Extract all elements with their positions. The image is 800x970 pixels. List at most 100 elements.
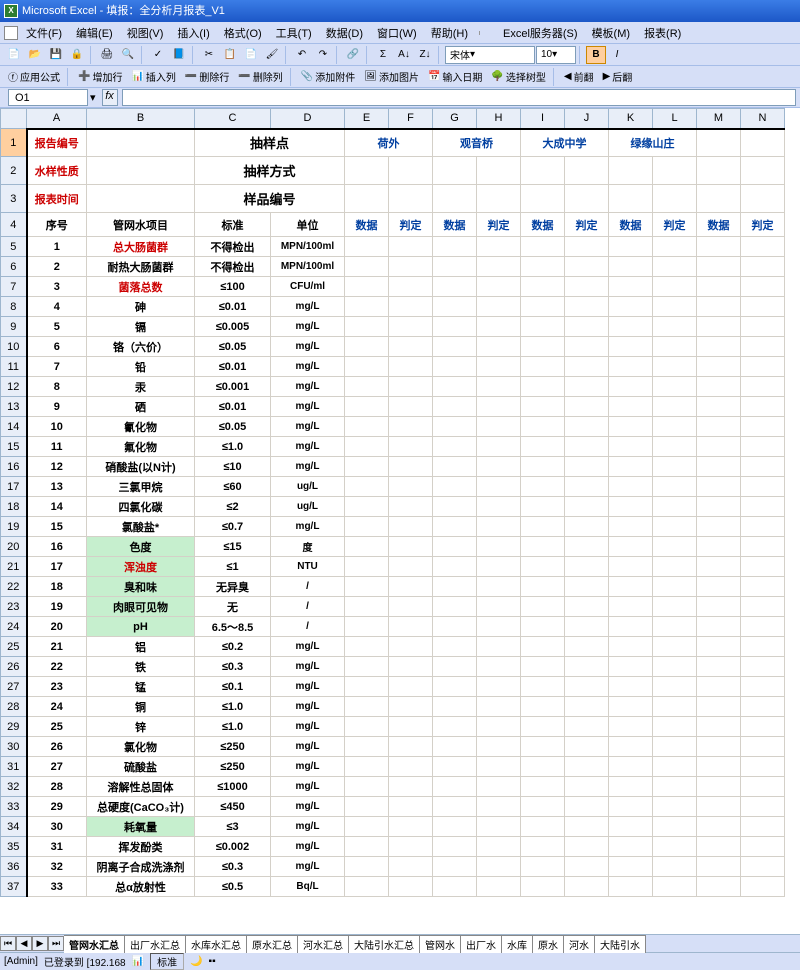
- cell-empty[interactable]: [477, 757, 521, 777]
- font-name-select[interactable]: 宋体 ▾: [445, 46, 535, 64]
- cell-unit[interactable]: mg/L: [271, 677, 345, 697]
- sheet-tab[interactable]: 河水: [563, 935, 595, 953]
- preview-icon[interactable]: 🔍: [118, 46, 138, 64]
- cell-empty[interactable]: [565, 577, 609, 597]
- cell-empty[interactable]: [477, 597, 521, 617]
- row-header[interactable]: 33: [1, 797, 27, 817]
- cell-empty[interactable]: [389, 657, 433, 677]
- cell-empty[interactable]: [565, 477, 609, 497]
- cell-I1[interactable]: 大成中学: [521, 129, 609, 157]
- cell-E1[interactable]: 荷外: [345, 129, 433, 157]
- cell-empty[interactable]: [609, 637, 653, 657]
- menu-report[interactable]: 报表(R): [638, 23, 687, 43]
- cell-empty[interactable]: [741, 557, 785, 577]
- cell-empty[interactable]: [565, 637, 609, 657]
- cell-empty[interactable]: [741, 737, 785, 757]
- cell-no[interactable]: 13: [27, 477, 87, 497]
- cell-std[interactable]: 不得检出: [195, 237, 271, 257]
- cell-unit[interactable]: Bq/L: [271, 877, 345, 897]
- cell-unit[interactable]: /: [271, 577, 345, 597]
- cell-empty[interactable]: [609, 517, 653, 537]
- cell-empty[interactable]: [389, 757, 433, 777]
- cell-empty[interactable]: [389, 697, 433, 717]
- cell-empty[interactable]: [697, 337, 741, 357]
- col-header-I[interactable]: I: [521, 109, 565, 129]
- cell-no[interactable]: 18: [27, 577, 87, 597]
- cell-item[interactable]: 氟化物: [87, 437, 195, 457]
- cell-empty[interactable]: [477, 677, 521, 697]
- cell-empty[interactable]: [521, 817, 565, 837]
- row-header[interactable]: 10: [1, 337, 27, 357]
- cell-empty[interactable]: [653, 737, 697, 757]
- cell-empty[interactable]: [433, 637, 477, 657]
- cell-empty[interactable]: [565, 797, 609, 817]
- cell-empty[interactable]: [697, 837, 741, 857]
- apply-formula-button[interactable]: ⓕ 应用公式: [4, 69, 64, 84]
- cell-no[interactable]: 8: [27, 377, 87, 397]
- cell-empty[interactable]: [653, 677, 697, 697]
- cell-empty[interactable]: [345, 577, 389, 597]
- cell-empty[interactable]: [345, 517, 389, 537]
- cell-empty[interactable]: [653, 237, 697, 257]
- row-header[interactable]: 17: [1, 477, 27, 497]
- cell-no[interactable]: 26: [27, 737, 87, 757]
- cell-unit[interactable]: MPN/100ml: [271, 237, 345, 257]
- cell-std[interactable]: ≤0.01: [195, 397, 271, 417]
- cell-empty[interactable]: [433, 277, 477, 297]
- row-header[interactable]: 25: [1, 637, 27, 657]
- cell-empty[interactable]: [345, 717, 389, 737]
- cell-empty[interactable]: [741, 277, 785, 297]
- cell-empty[interactable]: [653, 497, 697, 517]
- cell-unit[interactable]: mg/L: [271, 837, 345, 857]
- cell-C1[interactable]: 抽样点: [195, 129, 345, 157]
- sum-icon[interactable]: Σ: [373, 46, 393, 64]
- cell-std[interactable]: 无: [195, 597, 271, 617]
- cell-empty[interactable]: [521, 617, 565, 637]
- cell-empty[interactable]: [653, 697, 697, 717]
- name-box[interactable]: O1: [8, 89, 88, 106]
- cell-empty[interactable]: [521, 317, 565, 337]
- cell-std[interactable]: 6.5～8.5: [195, 617, 271, 637]
- cell-empty[interactable]: [697, 777, 741, 797]
- cell-unit[interactable]: /: [271, 597, 345, 617]
- cell-unit[interactable]: mg/L: [271, 297, 345, 317]
- cell-N4[interactable]: 判定: [741, 213, 785, 237]
- cell-empty[interactable]: [653, 457, 697, 477]
- cell-unit[interactable]: mg/L: [271, 377, 345, 397]
- cell-empty[interactable]: [345, 297, 389, 317]
- delete-col-button[interactable]: ➖ 删除列: [234, 69, 286, 84]
- cell-empty[interactable]: [609, 757, 653, 777]
- cell-empty[interactable]: [389, 597, 433, 617]
- cell-std[interactable]: ≤1: [195, 557, 271, 577]
- cell-no[interactable]: 27: [27, 757, 87, 777]
- cell-empty[interactable]: [389, 477, 433, 497]
- cell-no[interactable]: 9: [27, 397, 87, 417]
- italic-icon[interactable]: I: [607, 46, 627, 64]
- row-header-1[interactable]: 1: [1, 129, 27, 157]
- cell-item[interactable]: 挥发酚类: [87, 837, 195, 857]
- cell-empty[interactable]: [433, 817, 477, 837]
- cell-empty[interactable]: [345, 777, 389, 797]
- cell-no[interactable]: 10: [27, 417, 87, 437]
- cell-empty[interactable]: [477, 477, 521, 497]
- cell-empty[interactable]: [345, 737, 389, 757]
- cell-std[interactable]: ≤0.05: [195, 337, 271, 357]
- cell-empty[interactable]: [741, 597, 785, 617]
- cell-K4[interactable]: 数据: [609, 213, 653, 237]
- cell-empty[interactable]: [653, 477, 697, 497]
- cell-empty[interactable]: [697, 397, 741, 417]
- sheet-tab[interactable]: 出厂水: [460, 935, 502, 953]
- cell-std[interactable]: ≤2: [195, 497, 271, 517]
- cell-unit[interactable]: CFU/ml: [271, 277, 345, 297]
- cell-empty[interactable]: [477, 817, 521, 837]
- row-header[interactable]: 19: [1, 517, 27, 537]
- row-header[interactable]: 20: [1, 537, 27, 557]
- cell-empty[interactable]: [609, 717, 653, 737]
- col-header-H[interactable]: H: [477, 109, 521, 129]
- cell-empty[interactable]: [521, 277, 565, 297]
- cell-empty[interactable]: [433, 737, 477, 757]
- cell-empty[interactable]: [389, 277, 433, 297]
- cell-std[interactable]: ≤100: [195, 277, 271, 297]
- cell-empty[interactable]: [697, 277, 741, 297]
- row-header[interactable]: 11: [1, 357, 27, 377]
